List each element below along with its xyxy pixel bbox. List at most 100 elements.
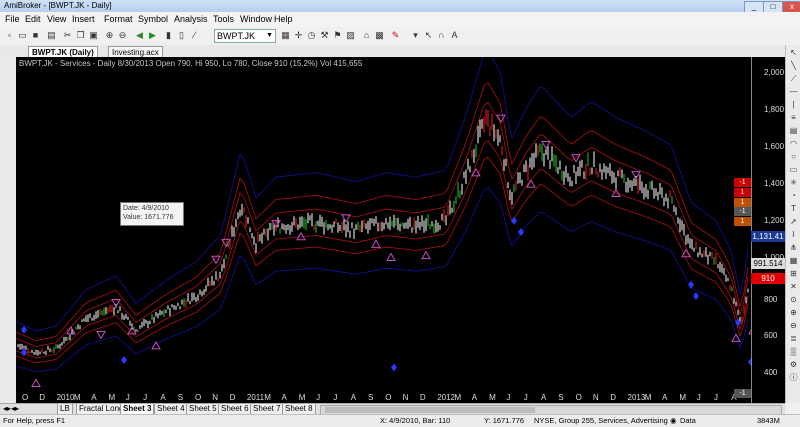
zoom-out-icon[interactable]: ⊖: [117, 30, 128, 41]
x-tick: M: [299, 393, 306, 402]
signal-diamond: [518, 228, 524, 237]
crosshair-icon[interactable]: ✛: [293, 30, 304, 41]
zoom-out-icon[interactable]: ⊖: [788, 321, 799, 331]
symbol-input[interactable]: BWPT.JK ▼: [214, 29, 276, 43]
scrollbar-thumb[interactable]: [325, 407, 535, 413]
title-bar: AmiBroker - [BWPT.JK - Daily] _ □ x: [0, 0, 800, 13]
menu-insert[interactable]: Insert: [72, 14, 95, 24]
gann-tool-icon[interactable]: ✳: [788, 178, 799, 188]
status-memory: 3843M: [757, 416, 780, 425]
status-exchange: NYSE, Group 255, Services, Advertising: [534, 416, 668, 425]
open-icon[interactable]: ▭: [17, 30, 28, 41]
chart-canvas: O D 2010 M A M J J A S O N D 2011 M A M J J A S O N D 2012 M A M J J A…: [16, 57, 751, 402]
x-tick: J: [316, 393, 320, 402]
grid-icon[interactable]: ▩: [374, 30, 385, 41]
nav-prev-icon[interactable]: ◂▸◂▸: [3, 404, 19, 413]
y-tick: 1,600: [764, 142, 785, 151]
tooltip-date: Date: 4/9/2010: [123, 205, 169, 212]
x-tick: M: [74, 393, 81, 402]
signal-badge: 1: [734, 188, 751, 197]
channel-tool-icon[interactable]: ≡: [788, 113, 799, 123]
ray-tool-icon[interactable]: ⟋: [788, 74, 799, 84]
delete-tool-icon[interactable]: ✕: [788, 282, 799, 292]
paste-icon[interactable]: ▣: [88, 30, 99, 41]
print-icon[interactable]: ▤: [46, 30, 57, 41]
arrow-down-icon[interactable]: ▾: [410, 30, 421, 41]
menu-view[interactable]: View: [47, 14, 66, 24]
magnet-icon[interactable]: ⊙: [788, 295, 799, 305]
signal-badge: 1: [734, 198, 751, 207]
magnet-icon[interactable]: ∩: [436, 30, 447, 41]
line-tool-icon[interactable]: ╲: [788, 61, 799, 71]
rect-tool-icon[interactable]: ▭: [788, 165, 799, 175]
x-tick: J: [126, 393, 130, 402]
menu-help[interactable]: Help: [274, 14, 293, 24]
x-tick: S: [558, 393, 563, 402]
menu-file[interactable]: File: [5, 14, 20, 24]
menu-analysis[interactable]: Analysis: [174, 14, 208, 24]
forward-icon[interactable]: ▶: [147, 30, 158, 41]
vline-tool-icon[interactable]: |: [788, 100, 799, 110]
pointer-icon[interactable]: ↖: [788, 48, 799, 58]
layout-icon[interactable]: ▦: [280, 30, 291, 41]
back-icon[interactable]: ◀: [134, 30, 145, 41]
envelope-line: [16, 140, 749, 359]
period-icon[interactable]: ◷: [306, 30, 317, 41]
flag-icon[interactable]: ⚑: [332, 30, 343, 41]
pitchfork-tool-icon[interactable]: ⋔: [788, 243, 799, 253]
left-tool-strip: [0, 57, 17, 403]
menu-symbol[interactable]: Symbol: [138, 14, 168, 24]
signal-diamond: [688, 280, 694, 289]
hammer-icon[interactable]: ⚒: [319, 30, 330, 41]
chevron-down-icon[interactable]: ▼: [266, 30, 273, 42]
price-chart[interactable]: O D 2010 M A M J J A S O N D 2011 M A M J J A S O N D 2012 M A M J J A…: [16, 57, 751, 403]
menu-format[interactable]: Format: [104, 14, 133, 24]
x-tick: J: [524, 393, 528, 402]
save-icon[interactable]: ■: [30, 30, 41, 41]
zoom-in-icon[interactable]: ⊕: [788, 308, 799, 318]
cycle-tool-icon[interactable]: ◔: [788, 191, 799, 201]
y-axis[interactable]: 2,000 1,800 1,600 1,400 1,200 1,000 800 …: [751, 57, 786, 403]
copy-icon[interactable]: ❐: [75, 30, 86, 41]
hline-tool-icon[interactable]: —: [788, 87, 799, 97]
drawing-toolbar: ↖ ╲ ⟋ — | ≡ ▤ ◠ ○ ▭ ✳ ◔ T ➚ ⌇ ⋔ ▦ ⊞ ✕ ⊙ …: [785, 45, 800, 403]
pen-icon[interactable]: ✎: [390, 30, 401, 41]
arc-tool-icon[interactable]: ◠: [788, 139, 799, 149]
settings-icon[interactable]: ⚙: [788, 360, 799, 370]
x-tick: 2013: [628, 393, 646, 402]
line-chart-icon[interactable]: ∕: [189, 30, 200, 41]
pointer-icon[interactable]: ↖: [423, 30, 434, 41]
info-icon[interactable]: ⓘ: [788, 373, 799, 383]
zigzag-tool-icon[interactable]: ⌇: [788, 230, 799, 240]
cut-icon[interactable]: ✂: [62, 30, 73, 41]
menu-window[interactable]: Window: [240, 14, 272, 24]
x-tick: M: [645, 393, 652, 402]
list-icon[interactable]: ≣: [788, 334, 799, 344]
text-tool-icon[interactable]: T: [788, 204, 799, 214]
circle-tool-icon[interactable]: ○: [788, 152, 799, 162]
menu-edit[interactable]: Edit: [25, 14, 41, 24]
scroll-icon[interactable]: ▒: [788, 347, 799, 357]
x-tick: 2012: [437, 393, 455, 402]
chart-type-icon[interactable]: ▮: [163, 30, 174, 41]
x-tick: A: [160, 393, 166, 402]
y-tick: 2,000: [764, 68, 785, 77]
bookmark-icon[interactable]: ⌂: [361, 30, 372, 41]
x-tick: A: [351, 393, 357, 402]
y-tick: 1,400: [764, 179, 785, 188]
new-icon[interactable]: ▫: [4, 30, 15, 41]
fib-tool-icon[interactable]: ▤: [788, 126, 799, 136]
grid-icon[interactable]: ▦: [788, 256, 799, 266]
x-tick: O: [22, 393, 28, 402]
arrow-tool-icon[interactable]: ➚: [788, 217, 799, 227]
signal-badge: 1: [734, 217, 751, 226]
y-tick: 600: [764, 331, 778, 340]
zoom-in-icon[interactable]: ⊕: [104, 30, 115, 41]
x-tick: A: [91, 393, 97, 402]
scan-icon[interactable]: ▨: [345, 30, 356, 41]
menu-tools[interactable]: Tools: [213, 14, 234, 24]
text-tool-icon[interactable]: A: [449, 30, 460, 41]
chart-tooltip: Date: 4/9/2010 Value: 1671.776: [120, 202, 184, 226]
bar-chart-icon[interactable]: ▯: [176, 30, 187, 41]
ruler-icon[interactable]: ⊞: [788, 269, 799, 279]
